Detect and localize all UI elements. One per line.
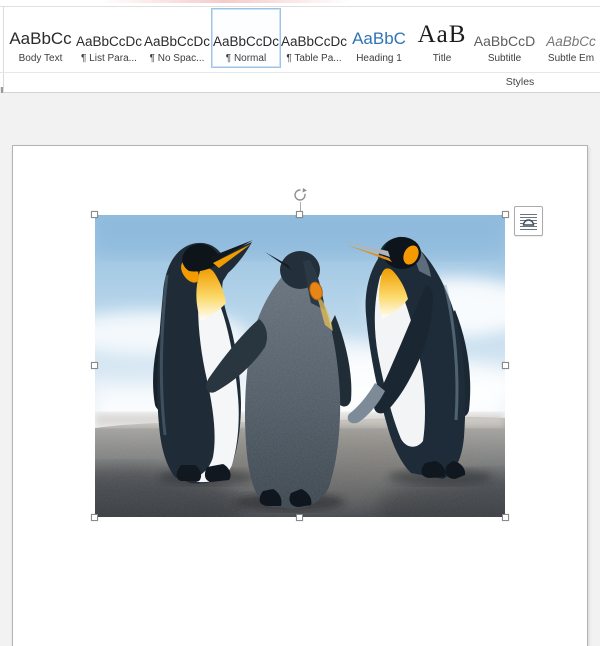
selected-picture[interactable] [95,215,505,517]
layout-options-button[interactable] [514,206,543,236]
penguins-image [95,215,505,517]
style-item-no-spacing[interactable]: AaBbCcDc ¶ No Spac... [143,8,211,68]
style-item-subtle-emphasis[interactable]: AaBbCc Subtle Em [536,8,600,68]
style-preview: AaBbCcDc [281,15,347,49]
style-label: ¶ Normal [226,53,266,64]
gallery-separator [0,72,600,73]
style-label: Heading 1 [356,53,402,64]
ribbon-styles-group: AaBbCc Body Text AaBbCcDc ¶ List Para...… [0,0,600,93]
resize-handle-bottom-center[interactable] [296,514,303,521]
style-item-table-paragraph[interactable]: AaBbCcDc ¶ Table Pa... [281,8,347,68]
style-item-heading1[interactable]: AaBbC Heading 1 [347,8,411,68]
rotation-handle[interactable] [292,187,308,203]
word-window: AaBbCc Body Text AaBbCcDc ¶ List Para...… [0,0,600,646]
styles-gallery: AaBbCc Body Text AaBbCcDc ¶ List Para...… [6,8,600,68]
resize-handle-top-left[interactable] [91,211,98,218]
style-item-normal-selected[interactable]: AaBbCcDc ¶ Normal [211,8,281,68]
resize-handle-top-right[interactable] [502,211,509,218]
style-preview: AaBbCcD [474,15,535,49]
styles-group-label: Styles [460,76,580,88]
style-item-list-paragraph[interactable]: AaBbCcDc ¶ List Para... [75,8,143,68]
layout-options-icon [519,212,538,231]
style-label: ¶ Table Pa... [286,53,341,64]
document-page[interactable] [12,145,588,646]
top-edge-artifact [100,0,350,3]
style-preview: AaBbCcDc [144,15,210,49]
style-label: ¶ No Spac... [150,53,205,64]
document-area [0,93,600,646]
style-item-body-text[interactable]: AaBbCc Body Text [6,8,75,68]
style-preview: AaBbC [352,15,406,49]
ribbon-top-border [0,6,600,7]
style-item-title[interactable]: AaB Title [411,8,473,68]
resize-handle-bottom-left[interactable] [91,514,98,521]
resize-handle-top-center[interactable] [296,211,303,218]
style-label: Subtle Em [548,53,594,64]
style-preview: AaB [418,15,467,49]
style-preview: AaBbCcDc [213,15,279,49]
style-preview: AaBbCc [546,15,596,49]
style-label: ¶ List Para... [81,53,137,64]
style-preview: AaBbCc [9,15,71,49]
resize-handle-mid-right[interactable] [502,362,509,369]
style-label: Subtitle [488,53,521,64]
style-label: Body Text [19,53,63,64]
style-item-subtitle[interactable]: AaBbCcD Subtitle [473,8,536,68]
resize-handle-bottom-right[interactable] [502,514,509,521]
style-preview: AaBbCcDc [76,15,142,49]
style-label: Title [433,53,452,64]
resize-handle-mid-left[interactable] [91,362,98,369]
ribbon-left-border [3,6,4,93]
